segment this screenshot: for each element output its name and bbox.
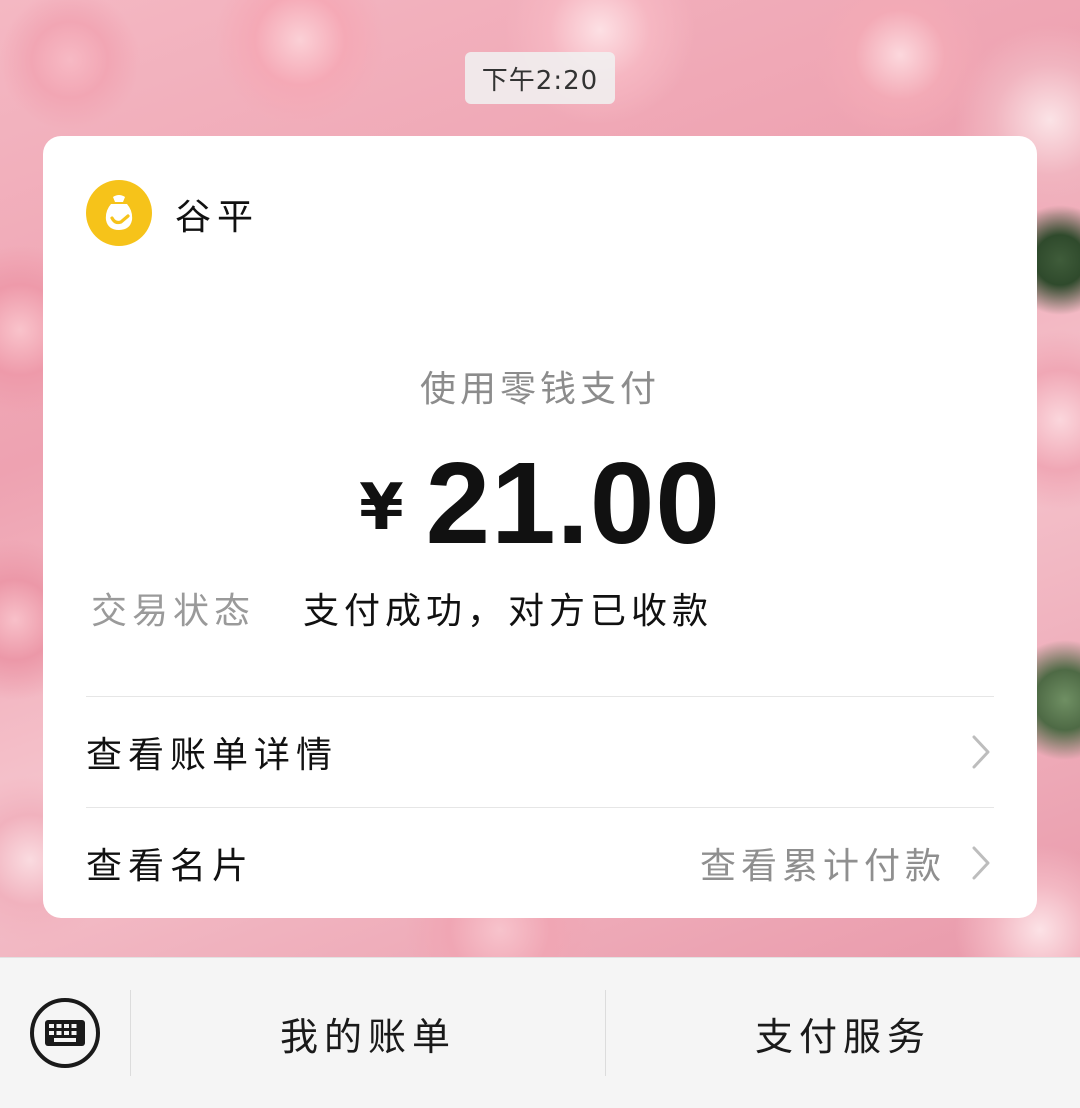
view-bill-details-link[interactable]: 查看账单详情 — [86, 697, 994, 807]
message-timestamp: 下午2:20 — [465, 52, 615, 104]
transaction-status-value: 支付成功，对方已收款 — [303, 591, 714, 632]
currency-symbol: ¥ — [359, 471, 404, 545]
view-business-card-link[interactable]: 查看名片 查看累计付款 — [86, 808, 994, 918]
keyboard-icon[interactable] — [28, 996, 102, 1070]
payment-notification-card[interactable]: 谷平 使用零钱支付 ¥ 21.00 交易状态 支付成功，对方已收款 查看账单详情… — [43, 136, 1037, 918]
merchant-name: 谷平 — [175, 197, 260, 238]
view-business-card-label: 查看名片 — [86, 846, 255, 887]
view-bill-details-label: 查看账单详情 — [86, 735, 339, 776]
transaction-status-label: 交易状态 — [91, 591, 256, 632]
pay-services-button[interactable]: 支付服务 — [606, 988, 1080, 1078]
my-bills-button[interactable]: 我的账单 — [131, 988, 605, 1078]
amount-value: 21.00 — [425, 438, 721, 568]
wallet-bag-icon — [86, 180, 152, 246]
chevron-right-icon — [968, 732, 994, 772]
view-cumulative-payments-link[interactable]: 查看累计付款 — [700, 837, 946, 889]
payment-method: 使用零钱支付 — [419, 369, 660, 410]
chevron-right-icon — [968, 843, 994, 883]
payment-amount: ¥ 21.00 — [43, 436, 1037, 570]
bottom-menu-bar: 我的账单 支付服务 — [0, 957, 1080, 1108]
